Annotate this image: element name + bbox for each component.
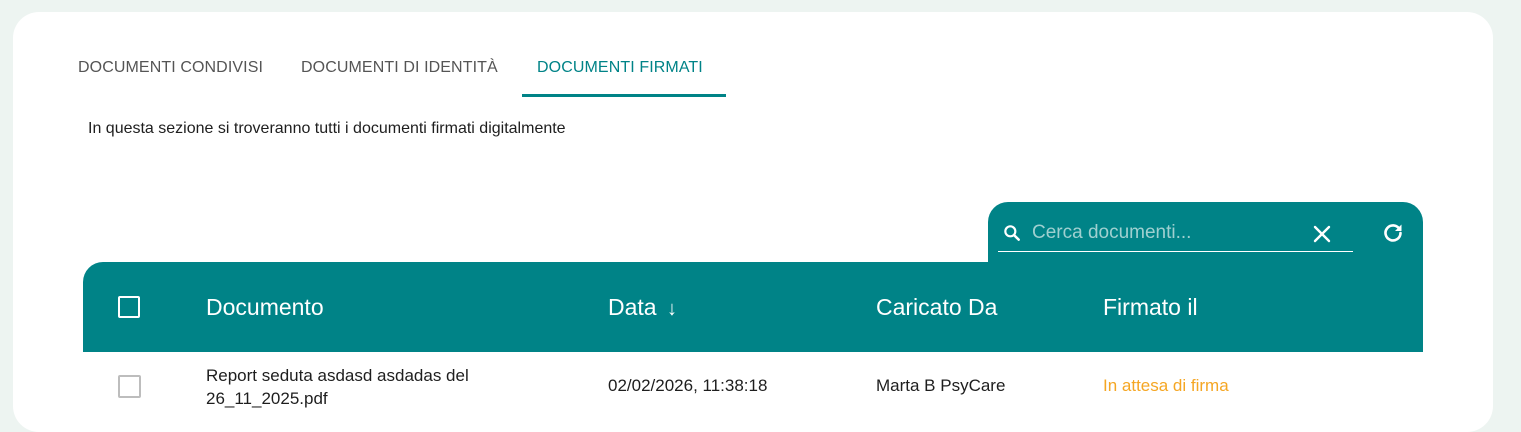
sort-arrow-down-icon: ↓	[666, 298, 677, 320]
tab-identity-documents[interactable]: DOCUMENTI DI IDENTITÀ	[301, 57, 522, 97]
column-header-date-label: Data	[608, 294, 657, 320]
signed-documents-card: DOCUMENTI CONDIVISI DOCUMENTI DI IDENTIT…	[13, 12, 1493, 432]
document-tabs: DOCUMENTI CONDIVISI DOCUMENTI DI IDENTIT…	[78, 57, 726, 97]
column-header-signed-on[interactable]: Firmato il	[1103, 294, 1198, 321]
search-input[interactable]	[1032, 220, 1302, 246]
tab-shared-documents[interactable]: DOCUMENTI CONDIVISI	[78, 57, 301, 97]
column-header-uploaded-by[interactable]: Caricato Da	[876, 294, 997, 321]
table-row[interactable]: Report seduta asdasd asdadas del 26_11_2…	[83, 352, 1423, 422]
search-field	[998, 216, 1353, 252]
tab-signed-documents[interactable]: DOCUMENTI FIRMATI	[522, 57, 726, 97]
document-name[interactable]: Report seduta asdasd asdadas del 26_11_2…	[206, 364, 506, 410]
refresh-icon[interactable]	[1381, 221, 1405, 245]
document-date: 02/02/2026, 11:38:18	[608, 376, 768, 395]
select-all-checkbox[interactable]	[118, 296, 140, 318]
close-icon[interactable]	[1310, 222, 1334, 246]
signature-status: In attesa di firma	[1103, 376, 1229, 395]
table-header: Documento Data ↓ Caricato Da Firmato il	[83, 262, 1423, 352]
search-icon	[1004, 225, 1020, 241]
section-description: In questa sezione si troveranno tutti i …	[88, 120, 566, 137]
row-checkbox[interactable]	[118, 375, 141, 398]
column-header-document[interactable]: Documento	[206, 294, 324, 321]
column-header-date[interactable]: Data ↓	[608, 294, 677, 321]
documents-table: Documento Data ↓ Caricato Da Firmato il …	[83, 262, 1423, 422]
uploaded-by: Marta B PsyCare	[876, 376, 1006, 395]
